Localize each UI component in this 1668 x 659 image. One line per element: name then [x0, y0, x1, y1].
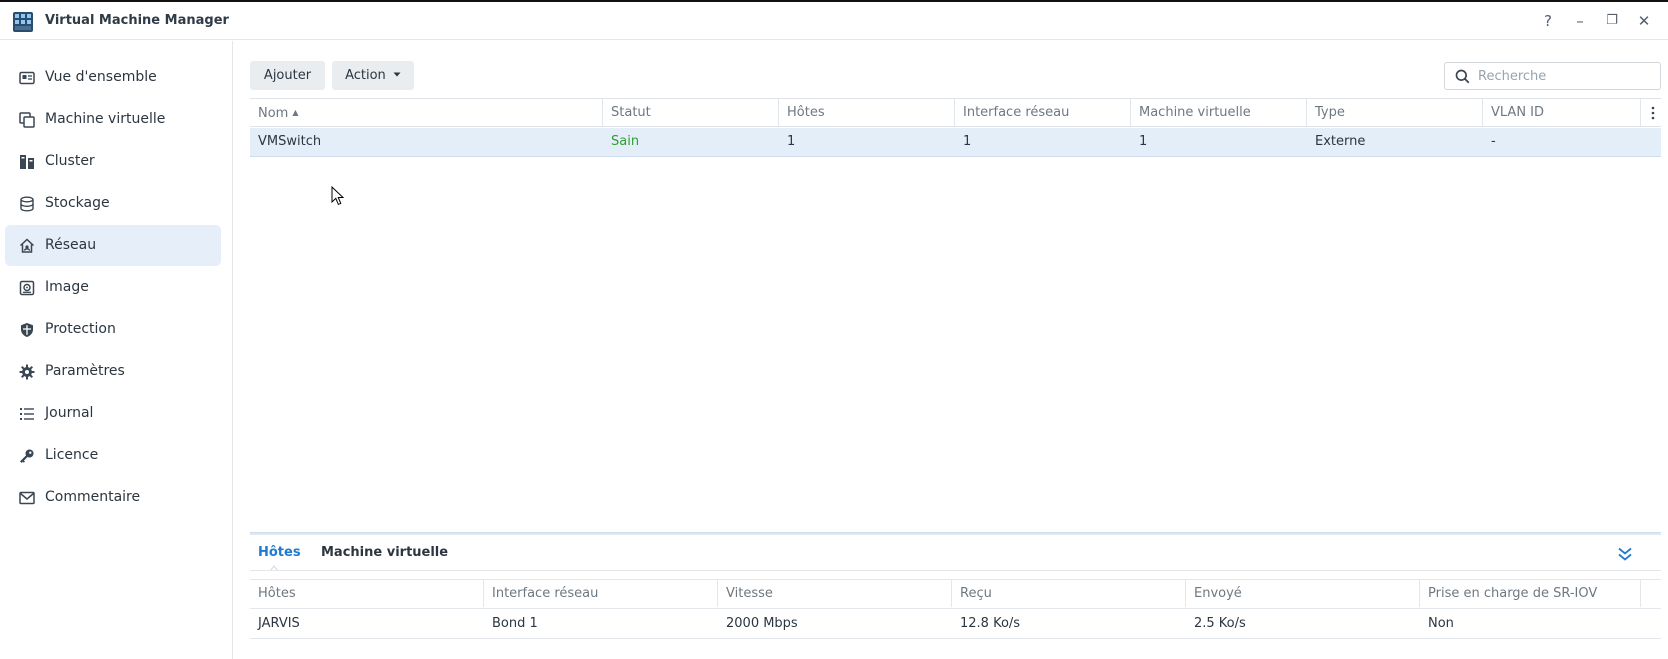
restore-button[interactable]: ❐ — [1602, 11, 1622, 31]
table-row[interactable]: VMSwitch Sain 1 1 1 Externe - — [250, 128, 1661, 157]
image-icon — [19, 280, 35, 296]
sidebar-item-log[interactable]: Journal — [5, 393, 221, 434]
sidebar-item-label: Vue d'ensemble — [45, 69, 157, 85]
cell-virtual-machine: 1 — [1139, 134, 1148, 149]
key-icon — [20, 449, 34, 463]
title-bar: Virtual Machine Manager ? – ❐ ✕ — [0, 2, 1668, 40]
storage-icon — [20, 196, 34, 212]
tabs-divider — [250, 570, 1661, 571]
network-icon — [19, 238, 35, 253]
cell-host: JARVIS — [258, 616, 300, 631]
minimize-button[interactable]: – — [1570, 11, 1590, 31]
sidebar-item-label: Réseau — [45, 237, 97, 253]
cell-hosts: 1 — [787, 134, 796, 149]
column-header-hosts[interactable]: Hôtes — [250, 580, 484, 607]
sidebar-item-label: Cluster — [45, 153, 95, 169]
detail-grid-header: Hôtes Interface réseau Vitesse Reçu Envo… — [250, 579, 1661, 609]
collapse-panel-icon[interactable] — [1616, 545, 1634, 563]
sidebar-item-network[interactable]: Réseau — [5, 225, 221, 266]
sidebar-item-storage[interactable]: Stockage — [5, 183, 221, 224]
gear-icon — [19, 364, 35, 380]
app-logo-icon — [13, 12, 33, 32]
column-header-hosts[interactable]: Hôtes — [779, 99, 955, 126]
search-input[interactable] — [1478, 67, 1653, 85]
sort-ascending-icon: ▲ — [292, 108, 299, 117]
close-button[interactable]: ✕ — [1634, 11, 1654, 31]
column-menu-icon[interactable] — [1649, 105, 1657, 121]
mail-icon — [19, 491, 35, 505]
sidebar-item-label: Commentaire — [45, 489, 141, 505]
sidebar-item-feedback[interactable]: Commentaire — [5, 477, 221, 518]
detail-panel-splitter[interactable] — [250, 532, 1661, 535]
status-badge: Sain — [611, 134, 640, 149]
grid-header: Nom ▲ Statut Hôtes Interface réseau Machi… — [250, 98, 1661, 127]
column-header-name[interactable]: Nom ▲ — [250, 99, 603, 126]
search-icon — [1455, 69, 1470, 84]
overview-icon — [19, 71, 35, 85]
sidebar-item-virtual-machine[interactable]: Machine virtuelle — [5, 99, 221, 140]
sidebar-item-label: Stockage — [45, 195, 110, 211]
column-header-speed[interactable]: Vitesse — [718, 580, 952, 607]
sidebar-item-cluster[interactable]: Cluster — [5, 141, 221, 182]
help-button[interactable]: ? — [1538, 11, 1558, 31]
caret-down-icon — [393, 72, 401, 77]
sidebar-item-label: Machine virtuelle — [45, 111, 166, 127]
sidebar: Vue d'ensemble Machine virtuelle Cluster… — [0, 41, 233, 659]
cell-sriov-support: Non — [1428, 616, 1454, 631]
tab-virtual-machine[interactable]: Machine virtuelle — [321, 545, 448, 560]
sidebar-item-settings[interactable]: Paramètres — [5, 351, 221, 392]
cell-type: Externe — [1315, 134, 1366, 149]
action-button-label: Action — [345, 68, 386, 83]
column-header-sriov-support[interactable]: Prise en charge de SR-IOV — [1420, 580, 1641, 607]
sidebar-item-label: Paramètres — [45, 363, 125, 379]
cell-received: 12.8 Ko/s — [960, 616, 1021, 631]
cell-vlan-id: - — [1491, 134, 1496, 149]
column-header-network-interface[interactable]: Interface réseau — [484, 580, 718, 607]
column-header-network-interface[interactable]: Interface réseau — [955, 99, 1131, 126]
cell-sent: 2.5 Ko/s — [1194, 616, 1246, 631]
sidebar-item-protection[interactable]: Protection — [5, 309, 221, 350]
sidebar-item-label: Image — [45, 279, 89, 295]
column-header-status[interactable]: Statut — [603, 99, 779, 126]
table-row[interactable]: JARVIS Bond 1 2000 Mbps 12.8 Ko/s 2.5 Ko… — [250, 610, 1661, 639]
sidebar-item-image[interactable]: Image — [5, 267, 221, 308]
sidebar-item-label: Licence — [45, 447, 99, 463]
sidebar-item-label: Protection — [45, 321, 116, 337]
sidebar-item-label: Journal — [45, 405, 94, 421]
tab-hosts[interactable]: Hôtes — [258, 545, 301, 560]
cluster-icon — [20, 155, 34, 169]
search-box[interactable] — [1444, 62, 1661, 90]
virtual-machine-icon — [19, 112, 35, 128]
mouse-cursor-icon — [331, 186, 345, 206]
sidebar-item-overview[interactable]: Vue d'ensemble — [5, 57, 221, 98]
shield-icon — [21, 323, 33, 337]
add-button[interactable]: Ajouter — [250, 61, 325, 90]
column-header-type[interactable]: Type — [1307, 99, 1483, 126]
column-header-virtual-machine[interactable]: Machine virtuelle — [1131, 99, 1307, 126]
sidebar-item-license[interactable]: Licence — [5, 435, 221, 476]
list-icon — [20, 408, 34, 420]
column-header-received[interactable]: Reçu — [952, 580, 1186, 607]
cell-network-interface: 1 — [963, 134, 972, 149]
cell-network-interface: Bond 1 — [492, 616, 538, 631]
cell-speed: 2000 Mbps — [726, 616, 798, 631]
cell-name: VMSwitch — [258, 134, 322, 149]
column-header-label: Nom — [258, 106, 289, 121]
column-header-vlan-id[interactable]: VLAN ID — [1483, 99, 1641, 126]
action-dropdown-button[interactable]: Action — [332, 61, 414, 90]
column-header-sent[interactable]: Envoyé — [1186, 580, 1420, 607]
app-title: Virtual Machine Manager — [45, 13, 229, 28]
